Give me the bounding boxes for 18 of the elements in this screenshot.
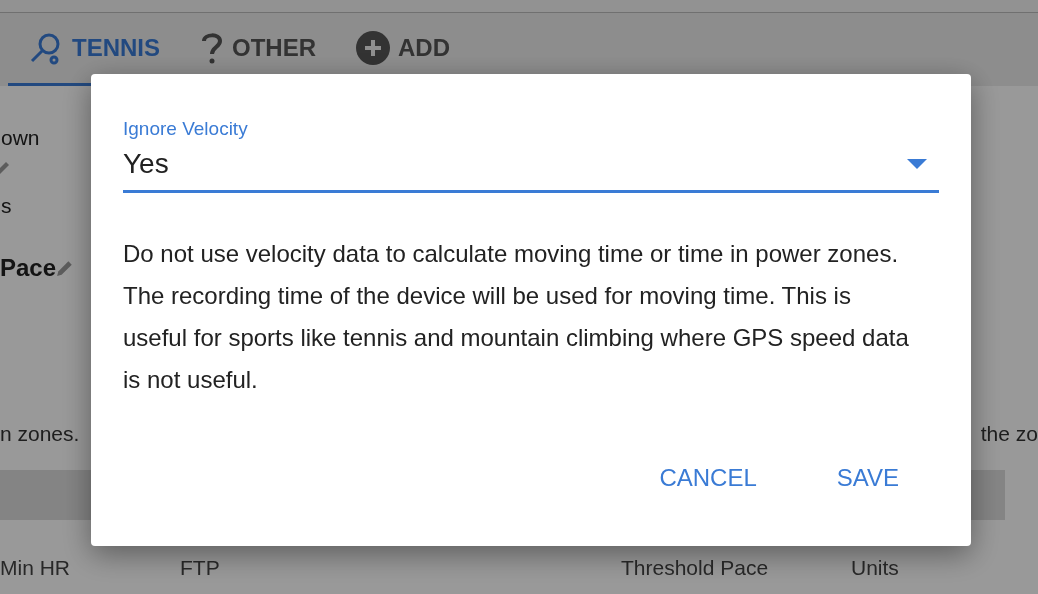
dialog-button[interactable]: CANCEL [639, 456, 777, 500]
field-label: FTP [180, 556, 221, 580]
field-label: Threshold Pace [621, 556, 770, 580]
dialog-button[interactable]: SAVE [816, 456, 919, 500]
field-label: Units [851, 556, 900, 580]
description-text: Do not use velocity data to calculate moving time or time in power zones. The recording time of the device will be used for moving time. This is useful for sports like tennis and mountain climbing where GPS speed data is not useful. [123, 239, 910, 395]
select-field[interactable]: Yes [123, 140, 939, 193]
description-text: the zo [980, 422, 1038, 446]
tab[interactable]: OTHER [180, 13, 336, 86]
field-label: Min HR [0, 556, 71, 580]
description-text: n zones. [0, 422, 80, 446]
field-label: s [1, 194, 12, 218]
field-label: own [1, 126, 40, 150]
plus-icon [356, 31, 390, 65]
field-label: Ignore Velocity [123, 118, 248, 140]
caret-icon [907, 159, 927, 169]
field-value: Pace [0, 254, 57, 282]
question-icon [200, 30, 224, 66]
